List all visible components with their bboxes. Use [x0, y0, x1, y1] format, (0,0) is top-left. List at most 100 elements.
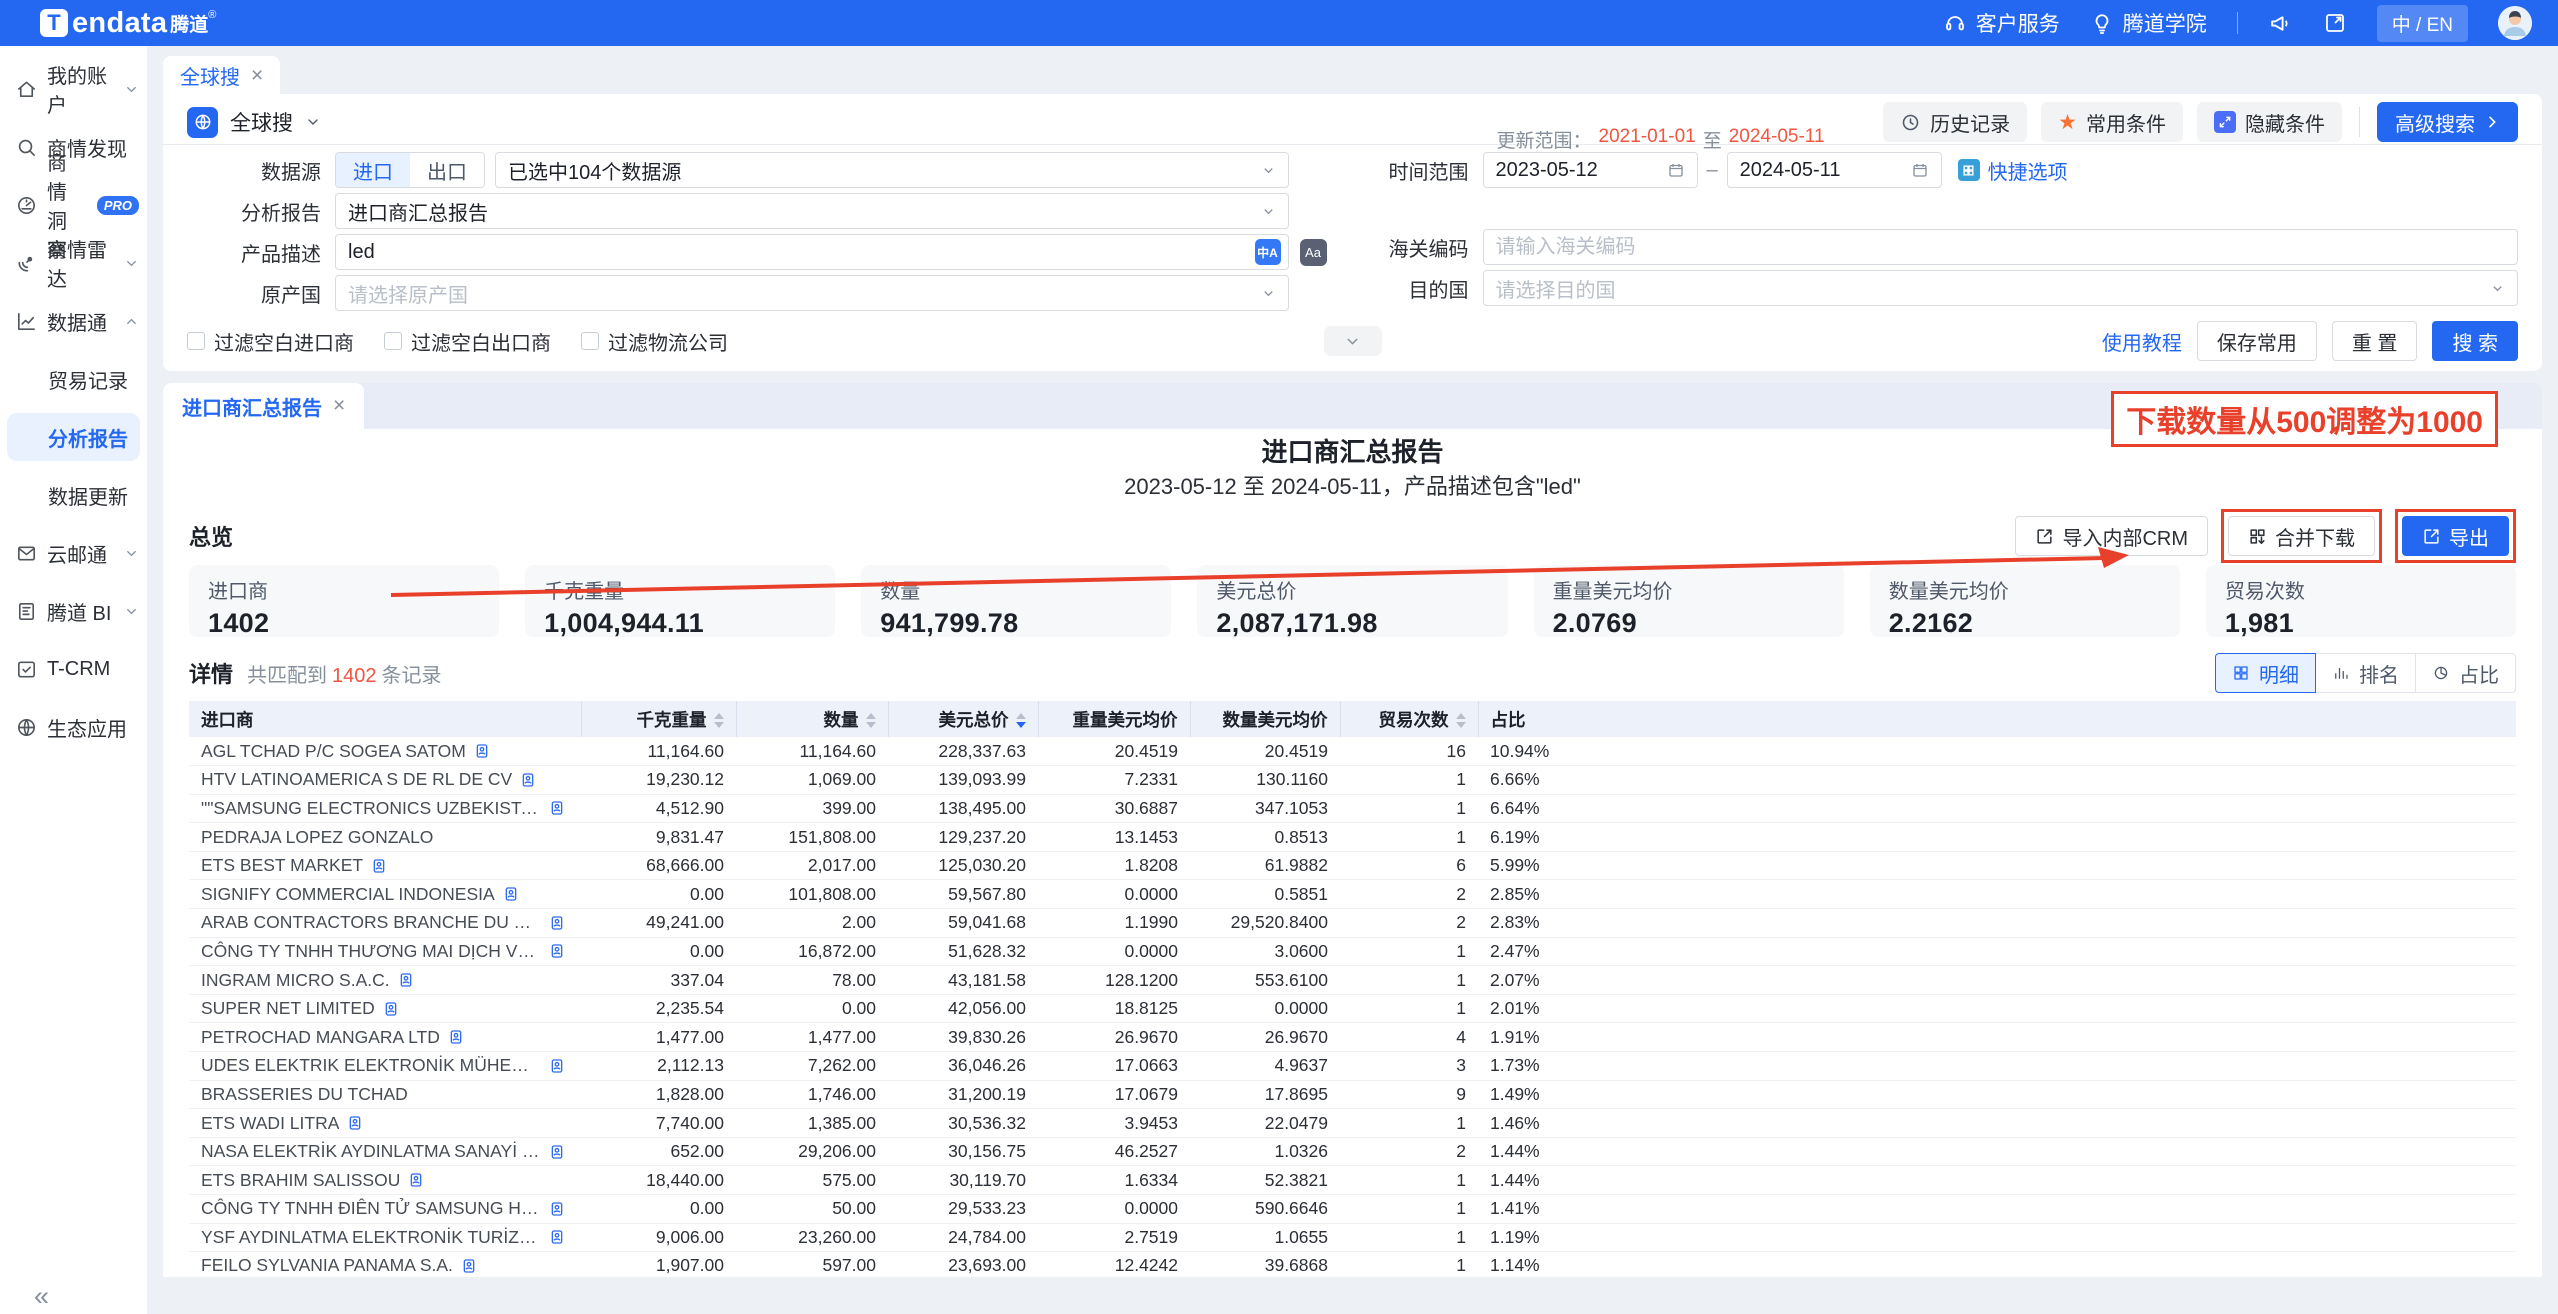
table-row[interactable]: FEILO SYLVANIA PANAMA S.A.1,907.00597.00…	[189, 1252, 2516, 1277]
collapse-panel-button[interactable]	[1324, 326, 1382, 356]
tab-global-search[interactable]: 全球搜 ×	[163, 56, 280, 94]
table-row[interactable]: HTV LATINOAMERICA S DE RL DE CV19,230.12…	[189, 766, 2516, 795]
favorite-conditions-button[interactable]: ★ 常用条件	[2041, 102, 2183, 142]
filter-checkbox-2[interactable]: 过滤物流公司	[581, 327, 728, 356]
tutorial-link[interactable]: 使用教程	[2102, 327, 2182, 356]
tendata-logo[interactable]: T endata 腾道 ®	[40, 7, 216, 40]
column-header-7[interactable]: 占比	[1478, 701, 2516, 737]
column-header-0[interactable]: 进口商	[189, 701, 581, 737]
sort-icon[interactable]	[714, 713, 724, 728]
contact-card-icon[interactable]	[549, 915, 565, 931]
destination-select[interactable]: 请选择目的国	[1483, 270, 2519, 306]
academy-button[interactable]: 腾道学院	[2090, 8, 2207, 38]
table-row[interactable]: YSF AYDINLATMA ELEKTRONİK TURİZM SANAYİ …	[189, 1223, 2516, 1252]
globe-icon[interactable]	[187, 107, 218, 138]
history-button[interactable]: 历史记录	[1883, 102, 2027, 142]
table-row[interactable]: UDES ELEKTRIK ELEKTRONİK MÜHENDİSLİK SAN…	[189, 1052, 2516, 1081]
table-row[interactable]: ETS BEST MARKET68,666.002,017.00125,030.…	[189, 851, 2516, 880]
column-header-4[interactable]: 重量美元均价	[1038, 701, 1190, 737]
tab-importer-summary-report[interactable]: 进口商汇总报告 ×	[163, 383, 364, 429]
table-row[interactable]: BRASSERIES DU TCHAD1,828.001,746.0031,20…	[189, 1080, 2516, 1109]
contact-card-icon[interactable]	[549, 1229, 565, 1245]
view-pie-button[interactable]: 占比	[2415, 653, 2516, 693]
table-row[interactable]: AGL TCHAD P/C SOGEA SATOM11,164.6011,164…	[189, 737, 2516, 766]
hs-code-input[interactable]	[1483, 229, 2519, 265]
advanced-search-button[interactable]: 高级搜索	[2377, 102, 2518, 142]
table-row[interactable]: CÔNG TY TNHH ĐIÊN TỬ SAMSUNG HCMC CE COM…	[189, 1195, 2516, 1224]
column-header-6[interactable]: 贸易次数	[1340, 701, 1478, 737]
table-row[interactable]: ""SAMSUNG ELECTRONICS UZBEKISTAN"" mas`u…	[189, 794, 2516, 823]
sidebar-item-trade-records[interactable]: 贸易记录	[0, 350, 147, 408]
sidebar-item-data[interactable]: 数据通	[0, 292, 147, 350]
contact-card-icon[interactable]	[520, 772, 536, 788]
table-row[interactable]: ETS BRAHIM SALISSOU18,440.00575.0030,119…	[189, 1166, 2516, 1195]
product-desc-input[interactable]	[335, 234, 1289, 270]
view-rank-button[interactable]: 排名	[2315, 653, 2416, 693]
save-conditions-button[interactable]: 保存常用	[2197, 321, 2317, 361]
customer-service-button[interactable]: 客户服务	[1943, 8, 2060, 38]
report-type-select[interactable]: 进口商汇总报告	[335, 193, 1289, 229]
table-row[interactable]: ARAB CONTRACTORS BRANCHE DU TCHAD49,241.…	[189, 909, 2516, 938]
sidebar-item-analysis-report[interactable]: 分析报告	[7, 413, 140, 461]
contact-card-icon[interactable]	[448, 1029, 464, 1045]
merge-download-button[interactable]: 合并下载	[2228, 516, 2375, 556]
contact-card-icon[interactable]	[371, 858, 387, 874]
match-mode-icon[interactable]: Aa	[1300, 239, 1327, 266]
announcement-icon[interactable]	[2268, 11, 2293, 36]
sidebar-item-insight[interactable]: 商情洞察PRO	[0, 176, 147, 234]
date-to-input[interactable]: 2024-05-11	[1727, 152, 1942, 188]
contact-card-icon[interactable]	[549, 943, 565, 959]
contact-card-icon[interactable]	[398, 972, 414, 988]
column-header-5[interactable]: 数量美元均价	[1190, 701, 1340, 737]
view-grid-button[interactable]: 明细	[2215, 653, 2316, 693]
sidebar-collapse-button[interactable]: «	[34, 1281, 49, 1312]
table-row[interactable]: ETS WADI LITRA7,740.001,385.0030,536.323…	[189, 1109, 2516, 1138]
sidebar-item-data-update[interactable]: 数据更新	[0, 466, 147, 524]
column-header-3[interactable]: 美元总价	[888, 701, 1038, 737]
filter-checkbox-1[interactable]: 过滤空白出口商	[384, 327, 551, 356]
language-toggle[interactable]: 中 / EN	[2377, 5, 2468, 42]
quick-options-link[interactable]: 快捷选项	[1958, 156, 2068, 185]
table-row[interactable]: NASA ELEKTRİK AYDINLATMA SANAYİ VE TİCAR…	[189, 1137, 2516, 1166]
sidebar-item-bi[interactable]: 腾道 BI	[0, 582, 147, 640]
contact-card-icon[interactable]	[474, 743, 490, 759]
avatar[interactable]	[2498, 6, 2532, 40]
reset-button[interactable]: 重 置	[2332, 321, 2418, 361]
contact-card-icon[interactable]	[383, 1001, 399, 1017]
close-icon[interactable]: ×	[251, 65, 263, 86]
table-row[interactable]: SUPER NET LIMITED2,235.540.0042,056.0018…	[189, 994, 2516, 1023]
table-row[interactable]: INGRAM MICRO S.A.C.337.0478.0043,181.581…	[189, 966, 2516, 995]
contact-card-icon[interactable]	[347, 1115, 363, 1131]
contact-card-icon[interactable]	[549, 1058, 565, 1074]
table-row[interactable]: PETROCHAD MANGARA LTD1,477.001,477.0039,…	[189, 1023, 2516, 1052]
column-header-1[interactable]: 千克重量	[581, 701, 736, 737]
sidebar-item-crm[interactable]: T-CRM	[0, 640, 147, 698]
close-icon[interactable]: ×	[333, 394, 345, 418]
hide-conditions-button[interactable]: 隐藏条件	[2197, 102, 2342, 142]
contact-card-icon[interactable]	[549, 1201, 565, 1217]
sidebar-item-radar[interactable]: 商情雷达	[0, 234, 147, 292]
origin-country-select[interactable]: 请选择原产国	[335, 275, 1289, 311]
sidebar-item-mail[interactable]: 云邮通	[0, 524, 147, 582]
filter-checkbox-0[interactable]: 过滤空白进口商	[187, 327, 354, 356]
sort-icon[interactable]	[1016, 713, 1026, 728]
export-toggle[interactable]: 出口	[410, 153, 484, 187]
date-from-input[interactable]: 2023-05-12	[1483, 152, 1698, 188]
search-button[interactable]: 搜 索	[2432, 321, 2518, 361]
contact-card-icon[interactable]	[408, 1172, 424, 1188]
contact-card-icon[interactable]	[549, 800, 565, 816]
table-row[interactable]: PEDRAJA LOPEZ GONZALO9,831.47151,808.001…	[189, 823, 2516, 852]
column-header-2[interactable]: 数量	[736, 701, 888, 737]
contact-card-icon[interactable]	[461, 1258, 477, 1274]
import-to-crm-button[interactable]: 导入内部CRM	[2015, 516, 2208, 556]
sort-icon[interactable]	[1456, 713, 1466, 728]
sidebar-item-account[interactable]: 我的账户	[0, 60, 147, 118]
export-button[interactable]: 导出	[2402, 516, 2509, 556]
sort-icon[interactable]	[866, 713, 876, 728]
sidebar-item-eco[interactable]: 生态应用	[0, 698, 147, 756]
chevron-down-icon[interactable]	[305, 114, 321, 130]
table-row[interactable]: SIGNIFY COMMERCIAL INDONESIA0.00101,808.…	[189, 880, 2516, 909]
contact-card-icon[interactable]	[549, 1144, 565, 1160]
contact-card-icon[interactable]	[503, 886, 519, 902]
import-toggle[interactable]: 进口	[336, 153, 410, 187]
